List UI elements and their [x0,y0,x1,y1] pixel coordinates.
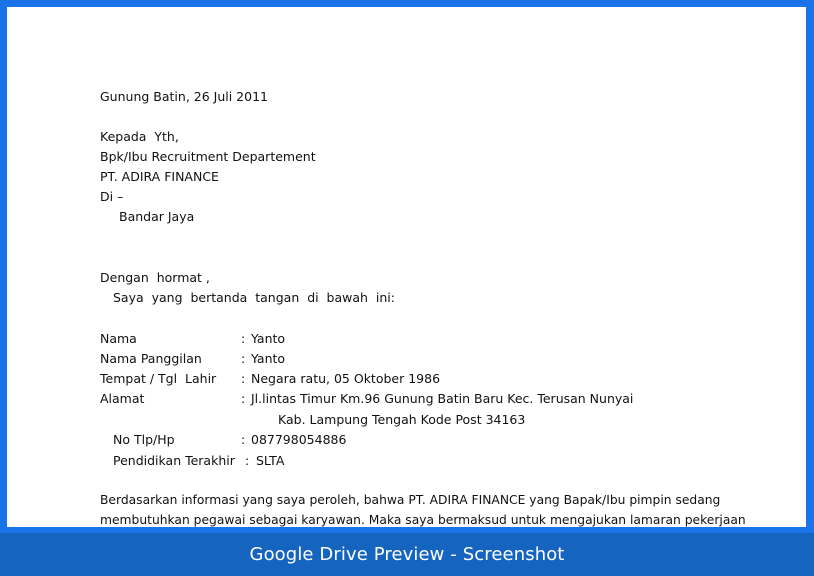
field-label-alamat: Alamat [100,391,145,406]
body-paragraph-line-2: membutuhkan pegawai sebagai karyawan. Ma… [100,513,746,527]
preview-caption-bar: Google Drive Preview - Screenshot [0,533,814,576]
recipient-line-4: Di – [100,189,124,204]
field-value-no-tlp: 087798054886 [251,432,347,447]
body-paragraph-line-1: Berdasarkan informasi yang saya peroleh,… [100,493,721,507]
document-page: Gunung Batin, 26 Juli 2011 Kepada Yth, B… [7,7,806,527]
field-colon: : [241,351,246,366]
field-label-tempat-tgl-lahir: Tempat / Tgl Lahir [100,371,217,386]
field-label-pendidikan: Pendidikan Terakhir [113,453,235,468]
field-colon: : [245,453,250,468]
recipient-line-2: Bpk/Ibu Recruitment Departement [100,149,316,164]
greeting: Dengan hormat , [100,270,210,285]
field-value-pendidikan: SLTA [256,453,285,468]
place-date: Gunung Batin, 26 Juli 2011 [100,89,268,104]
field-colon: : [241,432,246,447]
recipient-line-3: PT. ADIRA FINANCE [100,169,219,184]
field-value-alamat-cont: Kab. Lampung Tengah Kode Post 34163 [278,412,526,427]
preview-caption: Google Drive Preview - Screenshot [249,544,565,565]
field-value-nama-panggilan: Yanto [251,351,286,366]
field-value-alamat: Jl.lintas Timur Km.96 Gunung Batin Baru … [251,391,634,406]
field-value-nama: Yanto [251,331,286,346]
recipient-line-5: Bandar Jaya [119,209,195,224]
intro-text: Saya yang bertanda tangan di bawah ini: [113,290,395,305]
field-value-tempat-tgl-lahir: Negara ratu, 05 Oktober 1986 [251,371,441,386]
field-label-nama-panggilan: Nama Panggilan [100,351,202,366]
field-label-no-tlp: No Tlp/Hp [113,432,175,447]
field-colon: : [241,331,246,346]
field-label-nama: Nama [100,331,137,346]
recipient-line-1: Kepada Yth, [100,129,179,144]
field-colon: : [241,391,246,406]
field-colon: : [241,371,246,386]
